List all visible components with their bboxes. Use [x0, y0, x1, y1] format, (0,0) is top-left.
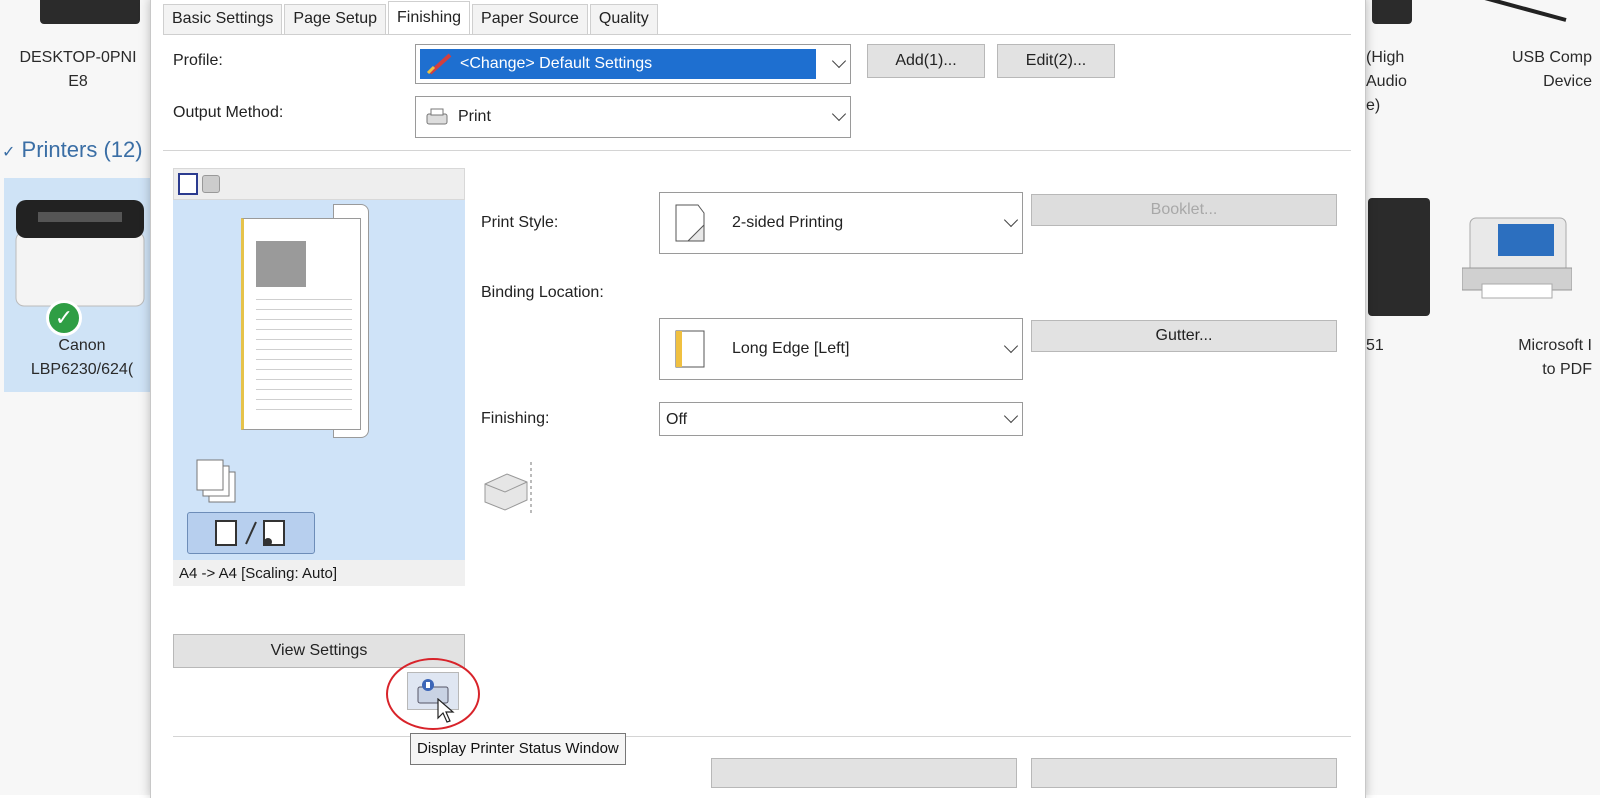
finishing-value: Off — [666, 411, 688, 428]
profile-edit-button[interactable]: Edit(2)... — [997, 44, 1115, 78]
audio-line1: (High — [1366, 49, 1405, 66]
audio-device-label[interactable]: (High Audio e) — [1366, 46, 1436, 118]
page-text-line — [256, 399, 352, 400]
profile-label: Profile: — [173, 52, 223, 69]
preview-status-text: A4 -> A4 [Scaling: Auto] — [173, 560, 465, 586]
computer-name-line2: E8 — [68, 73, 88, 90]
page-front-sheet — [241, 218, 361, 430]
print-style-select[interactable]: 2-sided Printing — [659, 192, 1023, 254]
page-text-line — [256, 409, 352, 410]
finishing-label: Finishing: — [481, 410, 550, 427]
footer-divider — [173, 736, 1351, 737]
chevron-down-icon — [831, 53, 847, 69]
page-text-line — [256, 359, 352, 360]
finishing-output-icon — [481, 460, 535, 521]
printer-name-line2: LBP6230/624( — [30, 361, 134, 378]
duplex-mode-button[interactable] — [187, 512, 315, 554]
computer-name[interactable]: DESKTOP-0PNI E8 — [8, 46, 148, 94]
print-style-label: Print Style: — [481, 214, 559, 231]
default-printer-check-icon: ✓ — [46, 300, 82, 336]
page-image-block — [256, 241, 306, 287]
binding-location-select[interactable]: Long Edge [Left] — [659, 318, 1023, 380]
two-sided-icon — [674, 203, 706, 248]
page-text-line — [256, 339, 352, 340]
chevron-down-icon — [1003, 408, 1019, 424]
device-icon — [1484, 0, 1567, 22]
chevron-down-icon — [1003, 338, 1019, 354]
chevron-down-icon — [1003, 212, 1019, 228]
printer-icon — [15, 200, 145, 307]
tab-quality[interactable]: Quality — [589, 4, 658, 34]
output-method-select[interactable]: Print — [415, 96, 851, 138]
finishing-select[interactable]: Off — [659, 402, 1023, 436]
layout-preview — [173, 200, 465, 560]
audio-line3: e) — [1366, 97, 1381, 114]
tab-divider — [163, 34, 1351, 35]
tab-paper-source[interactable]: Paper Source — [472, 4, 588, 34]
binding-location-label: Binding Location: — [481, 284, 604, 301]
binding-edge-icon — [674, 329, 706, 374]
print-icon — [426, 108, 448, 131]
page-text-line — [256, 309, 352, 310]
red-annotation-circle — [386, 658, 480, 730]
page-text-line — [256, 349, 352, 350]
page-text-line — [256, 319, 352, 320]
output-method-label: Output Method: — [173, 104, 284, 121]
section-divider — [163, 150, 1351, 151]
tab-finishing[interactable]: Finishing — [388, 1, 471, 35]
pdf-printer-label[interactable]: Microsoft I to PDF — [1462, 334, 1592, 382]
chevron-icon: ✓ — [2, 144, 16, 161]
page-text-line — [256, 379, 352, 380]
footer-button-2[interactable] — [1031, 758, 1337, 788]
status-window-tooltip: Display Printer Status Window — [410, 733, 626, 765]
page-text-line — [256, 369, 352, 370]
footer-button-1[interactable] — [711, 758, 1017, 788]
page-text-line — [256, 329, 352, 330]
printer-view-icon[interactable] — [202, 175, 220, 193]
printer-name-line1: Canon — [58, 337, 106, 354]
chevron-down-icon — [831, 106, 847, 122]
device-icon — [40, 0, 140, 24]
printing-preferences-dialog: Basic Settings Page Setup Finishing Pape… — [150, 0, 1366, 798]
copies-stack-icon — [195, 458, 239, 509]
pencil-icon — [426, 53, 454, 75]
page-text-line — [256, 389, 352, 390]
usb-line1: USB Comp — [1511, 49, 1592, 66]
binding-location-value: Long Edge [Left] — [732, 340, 850, 357]
selected-printer-name: Canon LBP6230/624( — [12, 334, 152, 382]
printers-group-header[interactable]: ✓ Printers (12) — [2, 137, 143, 163]
output-method-value: Print — [458, 108, 491, 125]
profile-select[interactable]: <Change> Default Settings — [415, 44, 851, 84]
one-two-sided-icon — [215, 520, 285, 546]
print-style-value: 2-sided Printing — [732, 214, 844, 231]
tab-page-setup[interactable]: Page Setup — [284, 4, 387, 34]
tab-basic-settings[interactable]: Basic Settings — [163, 4, 283, 34]
printer-icon — [1368, 198, 1430, 316]
computer-name-line1: DESKTOP-0PNI — [19, 49, 137, 66]
preview-toolbar — [173, 168, 465, 200]
gutter-button[interactable]: Gutter... — [1031, 320, 1337, 352]
booklet-button[interactable]: Booklet... — [1031, 194, 1337, 226]
usb-line2: Device — [1543, 73, 1592, 90]
pdf-line2: to PDF — [1542, 361, 1592, 378]
pdf-line1: Microsoft I — [1518, 337, 1592, 354]
device-icon — [1372, 0, 1412, 24]
tab-strip: Basic Settings Page Setup Finishing Pape… — [163, 0, 660, 35]
profile-add-button[interactable]: Add(1)... — [867, 44, 985, 78]
printer-partial-label[interactable]: 51 — [1366, 334, 1396, 358]
page-text-line — [256, 299, 352, 300]
pdf-printer-icon — [1462, 217, 1572, 299]
page-view-icon[interactable] — [178, 173, 198, 195]
profile-value: <Change> Default Settings — [460, 55, 653, 72]
printers-group-label: Printers (12) — [21, 137, 143, 162]
usb-device-label[interactable]: USB Comp Device — [1462, 46, 1592, 94]
audio-line2: Audio — [1366, 73, 1407, 90]
